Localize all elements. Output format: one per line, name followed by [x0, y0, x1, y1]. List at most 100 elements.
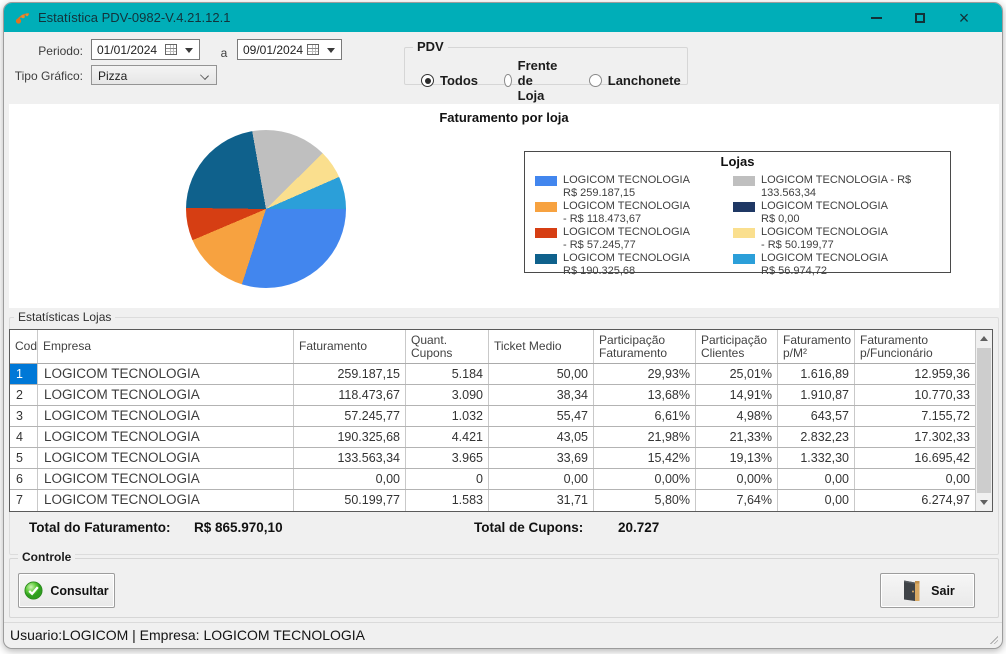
table-cell[interactable]: LOGICOM TECNOLOGIA: [38, 490, 294, 511]
column-header-empresa[interactable]: Empresa: [38, 330, 294, 363]
date-dropdown-icon[interactable]: [327, 48, 335, 53]
scroll-down-button[interactable]: [976, 494, 992, 511]
table-row[interactable]: 7LOGICOM TECNOLOGIA50.199,771.58331,715,…: [10, 490, 992, 511]
tipo-grafico-select[interactable]: Pizza: [91, 65, 217, 85]
table-cell[interactable]: 38,34: [489, 385, 594, 405]
table-cell[interactable]: 21,98%: [594, 427, 696, 447]
table-cell[interactable]: 133.563,34: [294, 448, 406, 468]
table-cell[interactable]: 1: [10, 364, 38, 384]
column-header-faturamento[interactable]: Faturamento: [294, 330, 406, 363]
column-header-ticket-medio[interactable]: Ticket Medio: [489, 330, 594, 363]
table-cell[interactable]: 43,05: [489, 427, 594, 447]
table-cell[interactable]: 31,71: [489, 490, 594, 511]
sair-button[interactable]: Sair: [880, 573, 975, 608]
table-row[interactable]: 4LOGICOM TECNOLOGIA190.325,684.42143,052…: [10, 427, 992, 448]
table-cell[interactable]: 1.032: [406, 406, 489, 426]
table-cell[interactable]: 50,00: [489, 364, 594, 384]
table-cell[interactable]: 21,33%: [696, 427, 778, 447]
table-cell[interactable]: 6: [10, 469, 38, 489]
minimize-button[interactable]: [856, 3, 896, 32]
table-cell[interactable]: 643,57: [778, 406, 855, 426]
column-header-quant[interactable]: Quant. Cupons: [406, 330, 489, 363]
table-row[interactable]: 5LOGICOM TECNOLOGIA133.563,343.96533,691…: [10, 448, 992, 469]
pdv-radio-frente-de-loja[interactable]: Frente de Loja: [504, 58, 563, 103]
table-cell[interactable]: 7,64%: [696, 490, 778, 511]
pdv-radio-todos[interactable]: Todos: [421, 73, 478, 88]
table-cell[interactable]: 14,91%: [696, 385, 778, 405]
scroll-up-button[interactable]: [976, 330, 992, 347]
table-cell[interactable]: 25,01%: [696, 364, 778, 384]
table-cell[interactable]: 57.245,77: [294, 406, 406, 426]
table-cell[interactable]: 0,00: [778, 469, 855, 489]
table-cell[interactable]: 190.325,68: [294, 427, 406, 447]
vertical-scrollbar[interactable]: [975, 330, 992, 511]
table-cell[interactable]: 1.332,30: [778, 448, 855, 468]
table-cell[interactable]: 4,98%: [696, 406, 778, 426]
table-cell[interactable]: 7: [10, 490, 38, 511]
table-cell[interactable]: 118.473,67: [294, 385, 406, 405]
table-cell[interactable]: LOGICOM TECNOLOGIA: [38, 364, 294, 384]
table-cell[interactable]: 17.302,33: [855, 427, 975, 447]
table-cell[interactable]: 10.770,33: [855, 385, 975, 405]
scrollbar-thumb[interactable]: [977, 348, 991, 493]
table-cell[interactable]: 13,68%: [594, 385, 696, 405]
maximize-button[interactable]: [900, 3, 940, 32]
table-cell[interactable]: 2: [10, 385, 38, 405]
table-cell[interactable]: 2.832,23: [778, 427, 855, 447]
table-cell[interactable]: 0,00: [855, 469, 975, 489]
table-cell[interactable]: LOGICOM TECNOLOGIA: [38, 469, 294, 489]
date-to-picker[interactable]: 09/01/2024: [237, 39, 342, 60]
table-cell[interactable]: 5.184: [406, 364, 489, 384]
titlebar[interactable]: Estatística PDV-0982-V.4.21.12.1 ×: [4, 3, 1002, 32]
table-cell[interactable]: 50.199,77: [294, 490, 406, 511]
date-from-picker[interactable]: 01/01/2024: [91, 39, 200, 60]
table-row[interactable]: 2LOGICOM TECNOLOGIA118.473,673.09038,341…: [10, 385, 992, 406]
table-cell[interactable]: 3: [10, 406, 38, 426]
table-cell[interactable]: 12.959,36: [855, 364, 975, 384]
table-cell[interactable]: 0,00: [294, 469, 406, 489]
table-cell[interactable]: 259.187,15: [294, 364, 406, 384]
table-cell[interactable]: 6,61%: [594, 406, 696, 426]
table-cell[interactable]: LOGICOM TECNOLOGIA: [38, 427, 294, 447]
consultar-button[interactable]: Consultar: [18, 573, 115, 608]
table-cell[interactable]: 0,00%: [696, 469, 778, 489]
table-row[interactable]: 6LOGICOM TECNOLOGIA0,0000,000,00%0,00%0,…: [10, 469, 992, 490]
date-dropdown-icon[interactable]: [185, 48, 193, 53]
table-cell[interactable]: 33,69: [489, 448, 594, 468]
column-header-participa-o[interactable]: Participação Faturamento: [594, 330, 696, 363]
table-cell[interactable]: 3.965: [406, 448, 489, 468]
column-header-faturamento[interactable]: Faturamento p/M²: [778, 330, 855, 363]
table-cell[interactable]: 6.274,97: [855, 490, 975, 511]
table-cell[interactable]: 7.155,72: [855, 406, 975, 426]
table-row[interactable]: 3LOGICOM TECNOLOGIA57.245,771.03255,476,…: [10, 406, 992, 427]
table-cell[interactable]: 0,00%: [594, 469, 696, 489]
table-cell[interactable]: 0,00: [489, 469, 594, 489]
table-cell[interactable]: LOGICOM TECNOLOGIA: [38, 385, 294, 405]
table-cell[interactable]: 19,13%: [696, 448, 778, 468]
table-cell[interactable]: 15,42%: [594, 448, 696, 468]
column-header-cod[interactable]: Cod: [10, 330, 38, 363]
table-cell[interactable]: 4.421: [406, 427, 489, 447]
table-cell[interactable]: 1.910,87: [778, 385, 855, 405]
table-cell[interactable]: 3.090: [406, 385, 489, 405]
column-header-participa-o[interactable]: Participação Clientes: [696, 330, 778, 363]
table-row[interactable]: 1LOGICOM TECNOLOGIA259.187,155.18450,002…: [10, 364, 992, 385]
table-cell[interactable]: 55,47: [489, 406, 594, 426]
table-cell[interactable]: 4: [10, 427, 38, 447]
close-button[interactable]: ×: [944, 3, 984, 32]
table-cell[interactable]: LOGICOM TECNOLOGIA: [38, 448, 294, 468]
resize-grip-icon[interactable]: [990, 636, 998, 644]
column-header-faturamento[interactable]: Faturamento p/Funcionário: [855, 330, 975, 363]
pdv-radio-lanchonete[interactable]: Lanchonete: [589, 73, 681, 88]
stats-table[interactable]: CodEmpresaFaturamentoQuant. CuponsTicket…: [9, 329, 993, 512]
table-cell[interactable]: LOGICOM TECNOLOGIA: [38, 406, 294, 426]
legend-swatch-icon: [535, 228, 557, 238]
table-cell[interactable]: 5: [10, 448, 38, 468]
table-cell[interactable]: 5,80%: [594, 490, 696, 511]
table-cell[interactable]: 16.695,42: [855, 448, 975, 468]
table-cell[interactable]: 0,00: [778, 490, 855, 511]
table-cell[interactable]: 29,93%: [594, 364, 696, 384]
table-cell[interactable]: 1.583: [406, 490, 489, 511]
table-cell[interactable]: 0: [406, 469, 489, 489]
table-cell[interactable]: 1.616,89: [778, 364, 855, 384]
